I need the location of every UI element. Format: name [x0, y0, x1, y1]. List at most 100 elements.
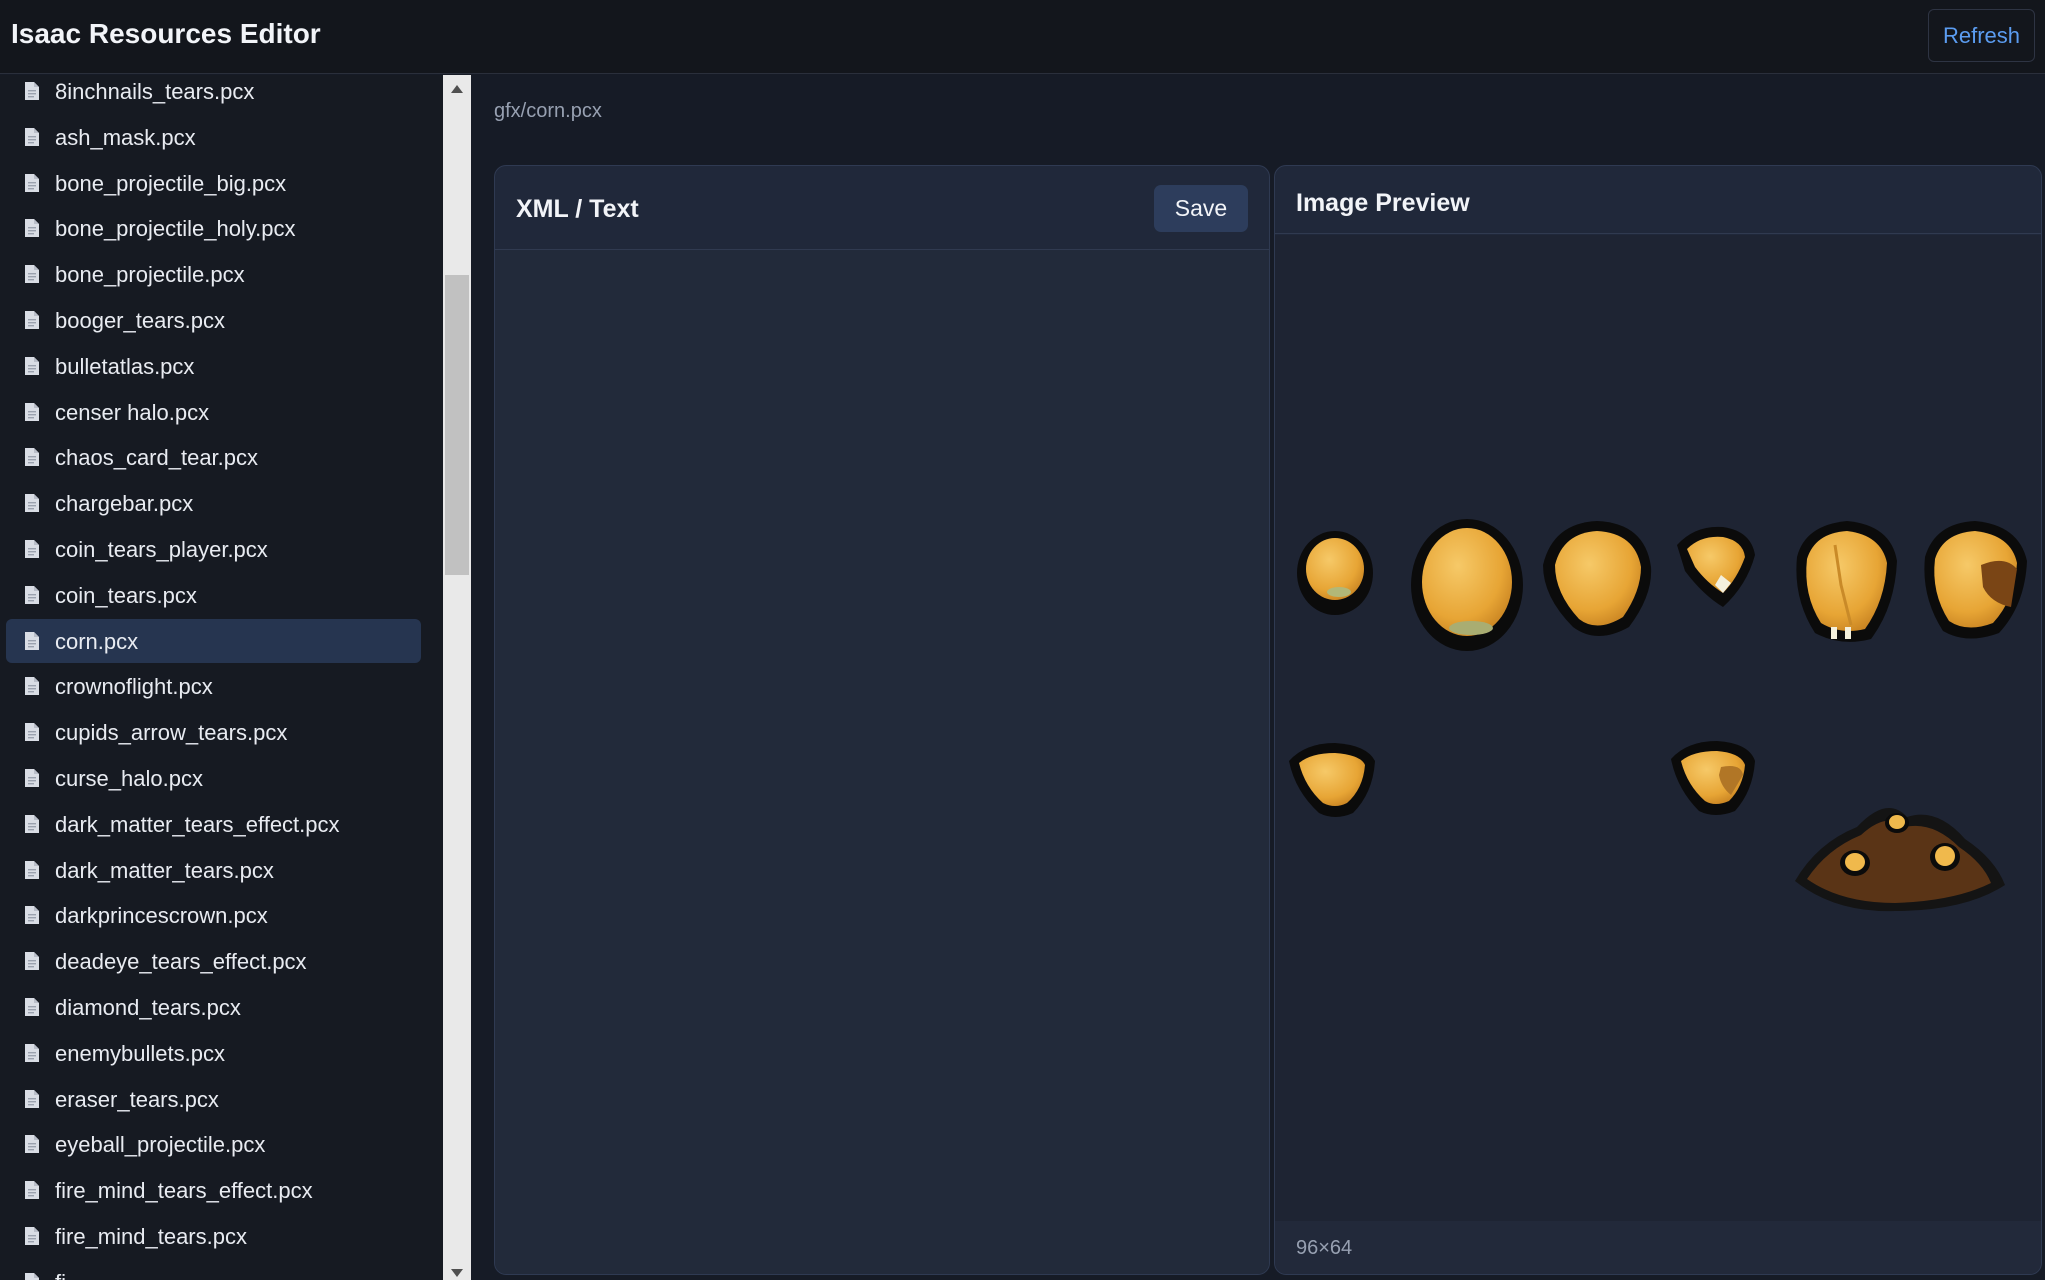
- breadcrumb: gfx/corn.pcx: [494, 100, 602, 122]
- file-list-item[interactable]: bone_projectile.pcx: [6, 252, 421, 296]
- file-list-item[interactable]: corn.pcx: [6, 618, 421, 663]
- file-list-item[interactable]: bone_projectile_big.pcx: [6, 161, 421, 205]
- file-list-item[interactable]: eyeball_projectile.pcx: [6, 1122, 421, 1166]
- file-name: coin_tears.pcx: [55, 582, 197, 608]
- file-name: deadeye_tears_effect.pcx: [55, 949, 307, 975]
- corn-tear-sprite: [1924, 521, 2027, 639]
- scroll-thumb[interactable]: [445, 275, 469, 575]
- file-list-item[interactable]: ash_mask.pcx: [6, 115, 421, 159]
- xml-text-editor[interactable]: [495, 250, 1269, 1274]
- preview-footer: 96×64: [1275, 1221, 2041, 1274]
- document-icon: [25, 494, 39, 513]
- xml-panel-header: XML / Text Save: [495, 166, 1269, 250]
- scroll-up-button[interactable]: [443, 75, 471, 103]
- file-name: enemybullets.pcx: [55, 1040, 225, 1066]
- document-icon: [25, 585, 39, 604]
- app-title: Isaac Resources Editor: [11, 18, 321, 49]
- document-icon: [25, 814, 39, 833]
- file-list-item[interactable]: coin_tears.pcx: [6, 573, 421, 617]
- file-name: diamond_tears.pcx: [55, 995, 241, 1020]
- main-content: gfx/corn.pcx XML / Text Save Image Previ…: [471, 75, 2045, 1280]
- file-name: chaos_card_tear.pcx: [55, 445, 259, 471]
- refresh-button[interactable]: Refresh: [1928, 9, 2035, 62]
- scroll-down-button[interactable]: [443, 1268, 471, 1280]
- file-name: eraser_tears.pcx: [55, 1086, 219, 1112]
- corn-tear-sprite: [1411, 519, 1523, 651]
- file-list-item[interactable]: bone_projectile_holy.pcx: [6, 206, 421, 250]
- document-icon: [25, 540, 39, 558]
- file-list-item[interactable]: dark_matter_tears.pcx: [6, 848, 421, 892]
- file-list-item[interactable]: fire_mind_tears.pcx: [6, 1214, 421, 1258]
- file-list-item[interactable]: cupids_arrow_tears.pcx: [6, 710, 421, 754]
- triangle-up-icon: [451, 85, 463, 93]
- document-icon: [25, 173, 39, 192]
- file-name: curse_halo.pcx: [55, 766, 203, 791]
- document-icon: [25, 1181, 39, 1200]
- file-list-item[interactable]: 8inchnails_tears.pcx: [6, 75, 421, 113]
- document-icon: [25, 677, 39, 696]
- file-name: censer halo.pcx: [55, 399, 210, 425]
- file-name: chargebar.pcx: [55, 491, 194, 517]
- file-list-item[interactable]: curse_halo.pcx: [6, 756, 421, 800]
- file-list-item[interactable]: crownoflight.pcx: [6, 664, 421, 708]
- document-icon: [25, 82, 39, 100]
- save-button[interactable]: Save: [1154, 185, 1248, 232]
- document-icon: [25, 998, 39, 1016]
- image-preview-canvas: [1275, 235, 2041, 1223]
- file-list-item[interactable]: enemybullets.pcx: [6, 1031, 421, 1075]
- corn-tear-sprite: [1543, 521, 1652, 636]
- file-name: bone_projectile.pcx: [55, 262, 245, 288]
- file-list-item[interactable]: darkprincescrown.pcx: [6, 893, 421, 937]
- file-name: bone_projectile_big.pcx: [55, 170, 287, 196]
- document-icon: [25, 723, 39, 742]
- document-icon: [25, 265, 39, 284]
- document-icon: [25, 127, 39, 146]
- file-list-item[interactable]: diamond_tears.pcx: [6, 985, 421, 1029]
- corn-tear-sprite: [1297, 531, 1373, 615]
- top-bar: Isaac Resources Editor Refresh: [0, 0, 2045, 74]
- preview-panel-title: Image Preview: [1296, 189, 1470, 217]
- file-sidebar: 8inchnails_tears.pcx ash_mask.pcx bone_pro…: [0, 75, 443, 1280]
- document-icon: [25, 631, 39, 650]
- xml-panel-title: XML / Text: [516, 195, 639, 223]
- document-icon: [25, 1089, 39, 1108]
- file-list-item[interactable]: deadeye_tears_effect.pcx: [6, 939, 421, 983]
- file-list-item[interactable]: chargebar.pcx: [6, 481, 421, 525]
- file-name: coin_tears_player.pcx: [55, 537, 268, 562]
- file-list-item[interactable]: booger_tears.pcx: [6, 298, 421, 342]
- xml-text-panel: XML / Text Save: [494, 165, 1270, 1275]
- document-icon: [25, 448, 39, 467]
- file-name: dark_matter_tears.pcx: [55, 857, 274, 883]
- document-icon: [25, 219, 39, 238]
- file-list-item[interactable]: coin_tears_player.pcx: [6, 527, 421, 571]
- preview-panel-header: Image Preview: [1275, 166, 2041, 234]
- corn-splat-sprite: [1795, 808, 2005, 912]
- corn-tear-sprite: [1289, 743, 1375, 817]
- sidebar-scrollbar[interactable]: [443, 75, 471, 1280]
- file-name: crownoflight.pcx: [55, 674, 213, 700]
- file-name: fire_mind_tears_effect.pcx: [55, 1178, 313, 1204]
- file-list-item[interactable]: censer halo.pcx: [6, 390, 421, 434]
- document-icon: [25, 769, 39, 787]
- file-list-item[interactable]: dark_matter_tears_effect.pcx: [6, 802, 421, 846]
- document-icon: [25, 860, 39, 879]
- file-name: booger_tears.pcx: [55, 308, 225, 333]
- file-name: fi: [55, 1270, 66, 1280]
- document-icon: [25, 1272, 39, 1280]
- file-name: cupids_arrow_tears.pcx: [55, 720, 288, 746]
- document-icon: [25, 1043, 39, 1062]
- triangle-down-icon: [451, 1269, 463, 1277]
- corn-tear-sprite: [1671, 741, 1755, 815]
- document-icon: [25, 906, 39, 925]
- file-list-item[interactable]: eraser_tears.pcx: [6, 1077, 421, 1121]
- file-name: darkprincescrown.pcx: [55, 903, 268, 929]
- file-name: bone_projectile_holy.pcx: [55, 216, 296, 242]
- file-list-item[interactable]: fi: [6, 1260, 421, 1280]
- file-name: eyeball_projectile.pcx: [55, 1132, 266, 1158]
- document-icon: [25, 356, 39, 375]
- file-list-item[interactable]: fire_mind_tears_effect.pcx: [6, 1168, 421, 1212]
- file-list-item[interactable]: bulletatlas.pcx: [6, 344, 421, 388]
- file-list-item[interactable]: chaos_card_tear.pcx: [6, 435, 421, 479]
- corn-tear-sprite: [1796, 521, 1897, 642]
- corn-tear-sprite: [1677, 526, 1755, 607]
